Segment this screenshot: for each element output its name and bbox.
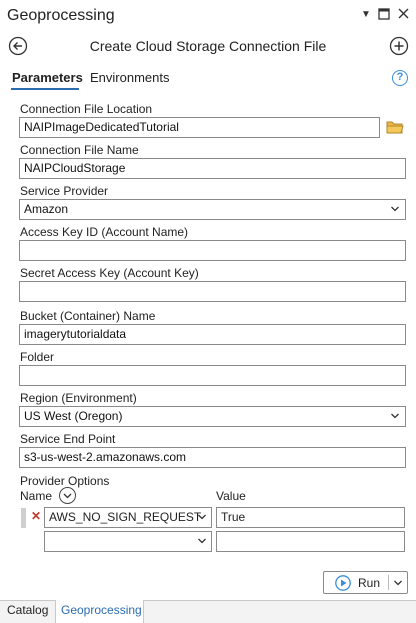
provider-options-label: Provider Options xyxy=(20,474,110,488)
plus-circle-icon[interactable] xyxy=(389,36,409,56)
service-endpoint-input[interactable]: s3-us-west-2.amazonaws.com xyxy=(19,447,406,468)
secret-key-input[interactable] xyxy=(19,281,406,302)
connection-file-name-label: Connection File Name xyxy=(20,143,139,157)
service-provider-label: Service Provider xyxy=(20,184,109,198)
tab-environments[interactable]: Environments xyxy=(90,70,169,85)
bucket-name-label: Bucket (Container) Name xyxy=(20,309,156,323)
option-value-input[interactable] xyxy=(216,531,405,552)
row-grip[interactable] xyxy=(21,508,26,528)
run-divider xyxy=(388,575,389,590)
chevron-down-icon xyxy=(197,511,207,527)
service-provider-value: Amazon xyxy=(24,202,69,216)
option-name-select[interactable]: AWS_NO_SIGN_REQUEST xyxy=(44,507,212,528)
help-icon[interactable]: ? xyxy=(392,70,408,86)
name-column-header: Name xyxy=(20,489,53,503)
access-key-label: Access Key ID (Account Name) xyxy=(20,225,189,239)
pane-title: Geoprocessing xyxy=(7,7,115,24)
close-pane-icon[interactable] xyxy=(396,8,410,22)
secret-key-label: Secret Access Key (Account Key) xyxy=(20,266,199,280)
tool-title: Create Cloud Storage Connection File xyxy=(89,38,327,54)
chevron-down-icon xyxy=(197,535,207,551)
chevron-down-icon[interactable] xyxy=(393,577,403,589)
option-value-input[interactable]: True xyxy=(216,507,405,528)
connection-file-location-label: Connection File Location xyxy=(20,102,153,116)
active-tab-indicator xyxy=(11,88,79,90)
chevron-down-icon xyxy=(390,410,400,422)
service-endpoint-label: Service End Point xyxy=(20,432,116,446)
folder-input[interactable] xyxy=(19,365,406,386)
close-icon[interactable]: ✕ xyxy=(31,509,41,523)
region-label: Region (Environment) xyxy=(20,391,137,405)
tab-parameters[interactable]: Parameters xyxy=(12,70,83,85)
pane-options-icon[interactable]: ▼ xyxy=(359,8,373,22)
bucket-name-input[interactable]: imagerytutorialdata xyxy=(19,324,406,345)
tab-geoprocessing[interactable]: Geoprocessing xyxy=(61,603,142,617)
service-provider-select[interactable]: Amazon xyxy=(19,199,406,220)
pane-titlebar: Geoprocessing ▼ xyxy=(0,0,416,34)
access-key-input[interactable] xyxy=(19,240,406,261)
value-column-header: Value xyxy=(216,489,246,503)
maximize-icon[interactable] xyxy=(377,8,391,22)
play-icon xyxy=(335,575,351,591)
tab-catalog[interactable]: Catalog xyxy=(7,603,48,617)
chevron-down-icon xyxy=(390,203,400,215)
region-value: US West (Oregon) xyxy=(24,409,123,423)
option-name-value: AWS_NO_SIGN_REQUEST xyxy=(49,510,202,524)
run-label: Run xyxy=(358,576,381,590)
chevron-down-icon[interactable] xyxy=(59,487,76,504)
connection-file-location-input[interactable]: NAIPImageDedicatedTutorial xyxy=(19,117,380,138)
folder-icon[interactable] xyxy=(386,119,404,135)
run-button[interactable]: Run xyxy=(323,571,408,594)
folder-label: Folder xyxy=(20,350,55,364)
option-name-select[interactable] xyxy=(44,531,212,552)
region-select[interactable]: US West (Oregon) xyxy=(19,406,406,427)
connection-file-name-input[interactable]: NAIPCloudStorage xyxy=(19,158,406,179)
